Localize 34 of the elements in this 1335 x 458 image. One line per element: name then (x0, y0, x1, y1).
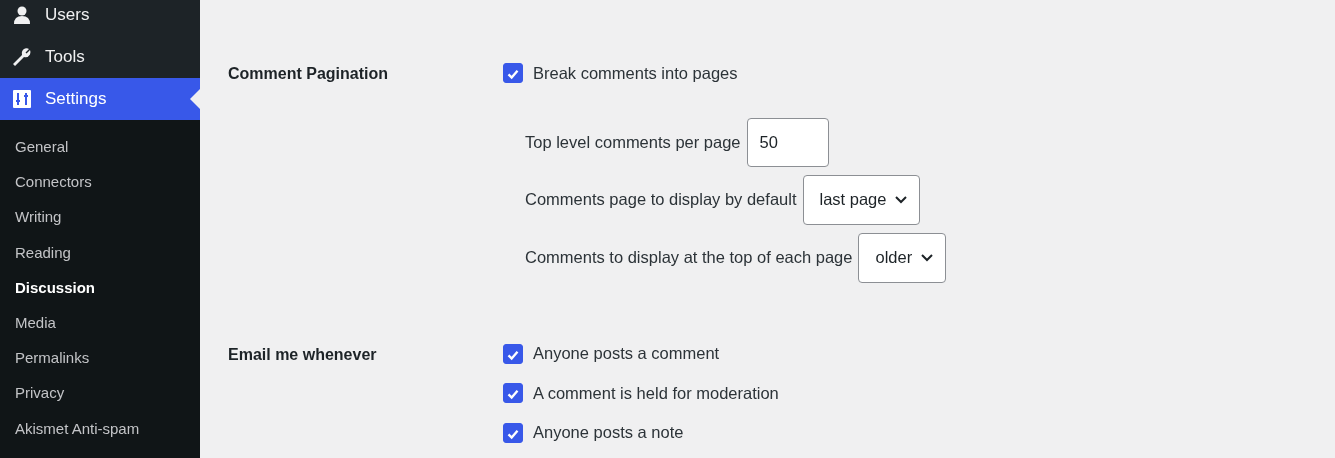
submenu-item[interactable]: Permalinks (0, 340, 200, 376)
checkbox[interactable] (503, 63, 523, 83)
current-arrow-icon (190, 89, 200, 109)
dropdown[interactable]: older (858, 232, 947, 283)
chevron-icon (895, 195, 908, 204)
checkbox-label: Anyone posts a note (533, 423, 684, 442)
menu-item[interactable]: Users (0, 0, 200, 36)
checkbox-label: A comment is held for moderation (533, 383, 779, 403)
submenu-item[interactable]: Media (0, 304, 200, 341)
field-label: Comments to display at the top of each page (525, 248, 853, 267)
submenu-item[interactable]: Akismet Anti-spam (0, 410, 200, 446)
user-icon (12, 5, 32, 25)
setting-label: Email me whenever (228, 344, 378, 365)
checkbox-label: Break comments into pages (533, 63, 738, 83)
checkbox[interactable] (503, 383, 523, 403)
chevron-icon (921, 253, 934, 262)
wrench-icon (12, 47, 32, 67)
sliders-icon (12, 89, 32, 109)
submenu-item[interactable]: Reading (0, 234, 200, 270)
submenu-item[interactable]: General (0, 129, 200, 165)
checkbox[interactable] (503, 343, 523, 364)
number-field[interactable]: 50 (746, 117, 829, 167)
field-label: Comments page to display by default (525, 190, 797, 209)
submenu-item[interactable]: Privacy (0, 375, 200, 411)
menu-item[interactable]: Tools (0, 36, 200, 78)
dropdown[interactable]: last page (802, 174, 921, 225)
menu-item[interactable]: Settings (0, 78, 200, 120)
submenu-item[interactable]: Connectors (0, 164, 200, 200)
submenu-item[interactable]: Discussion (0, 269, 200, 305)
checkbox[interactable] (503, 422, 523, 443)
setting-label: Comment Pagination (228, 64, 389, 84)
field-label: Top level comments per page (525, 132, 741, 152)
submenu-item[interactable]: Writing (0, 199, 200, 235)
checkbox-label: Anyone posts a comment (533, 344, 720, 363)
